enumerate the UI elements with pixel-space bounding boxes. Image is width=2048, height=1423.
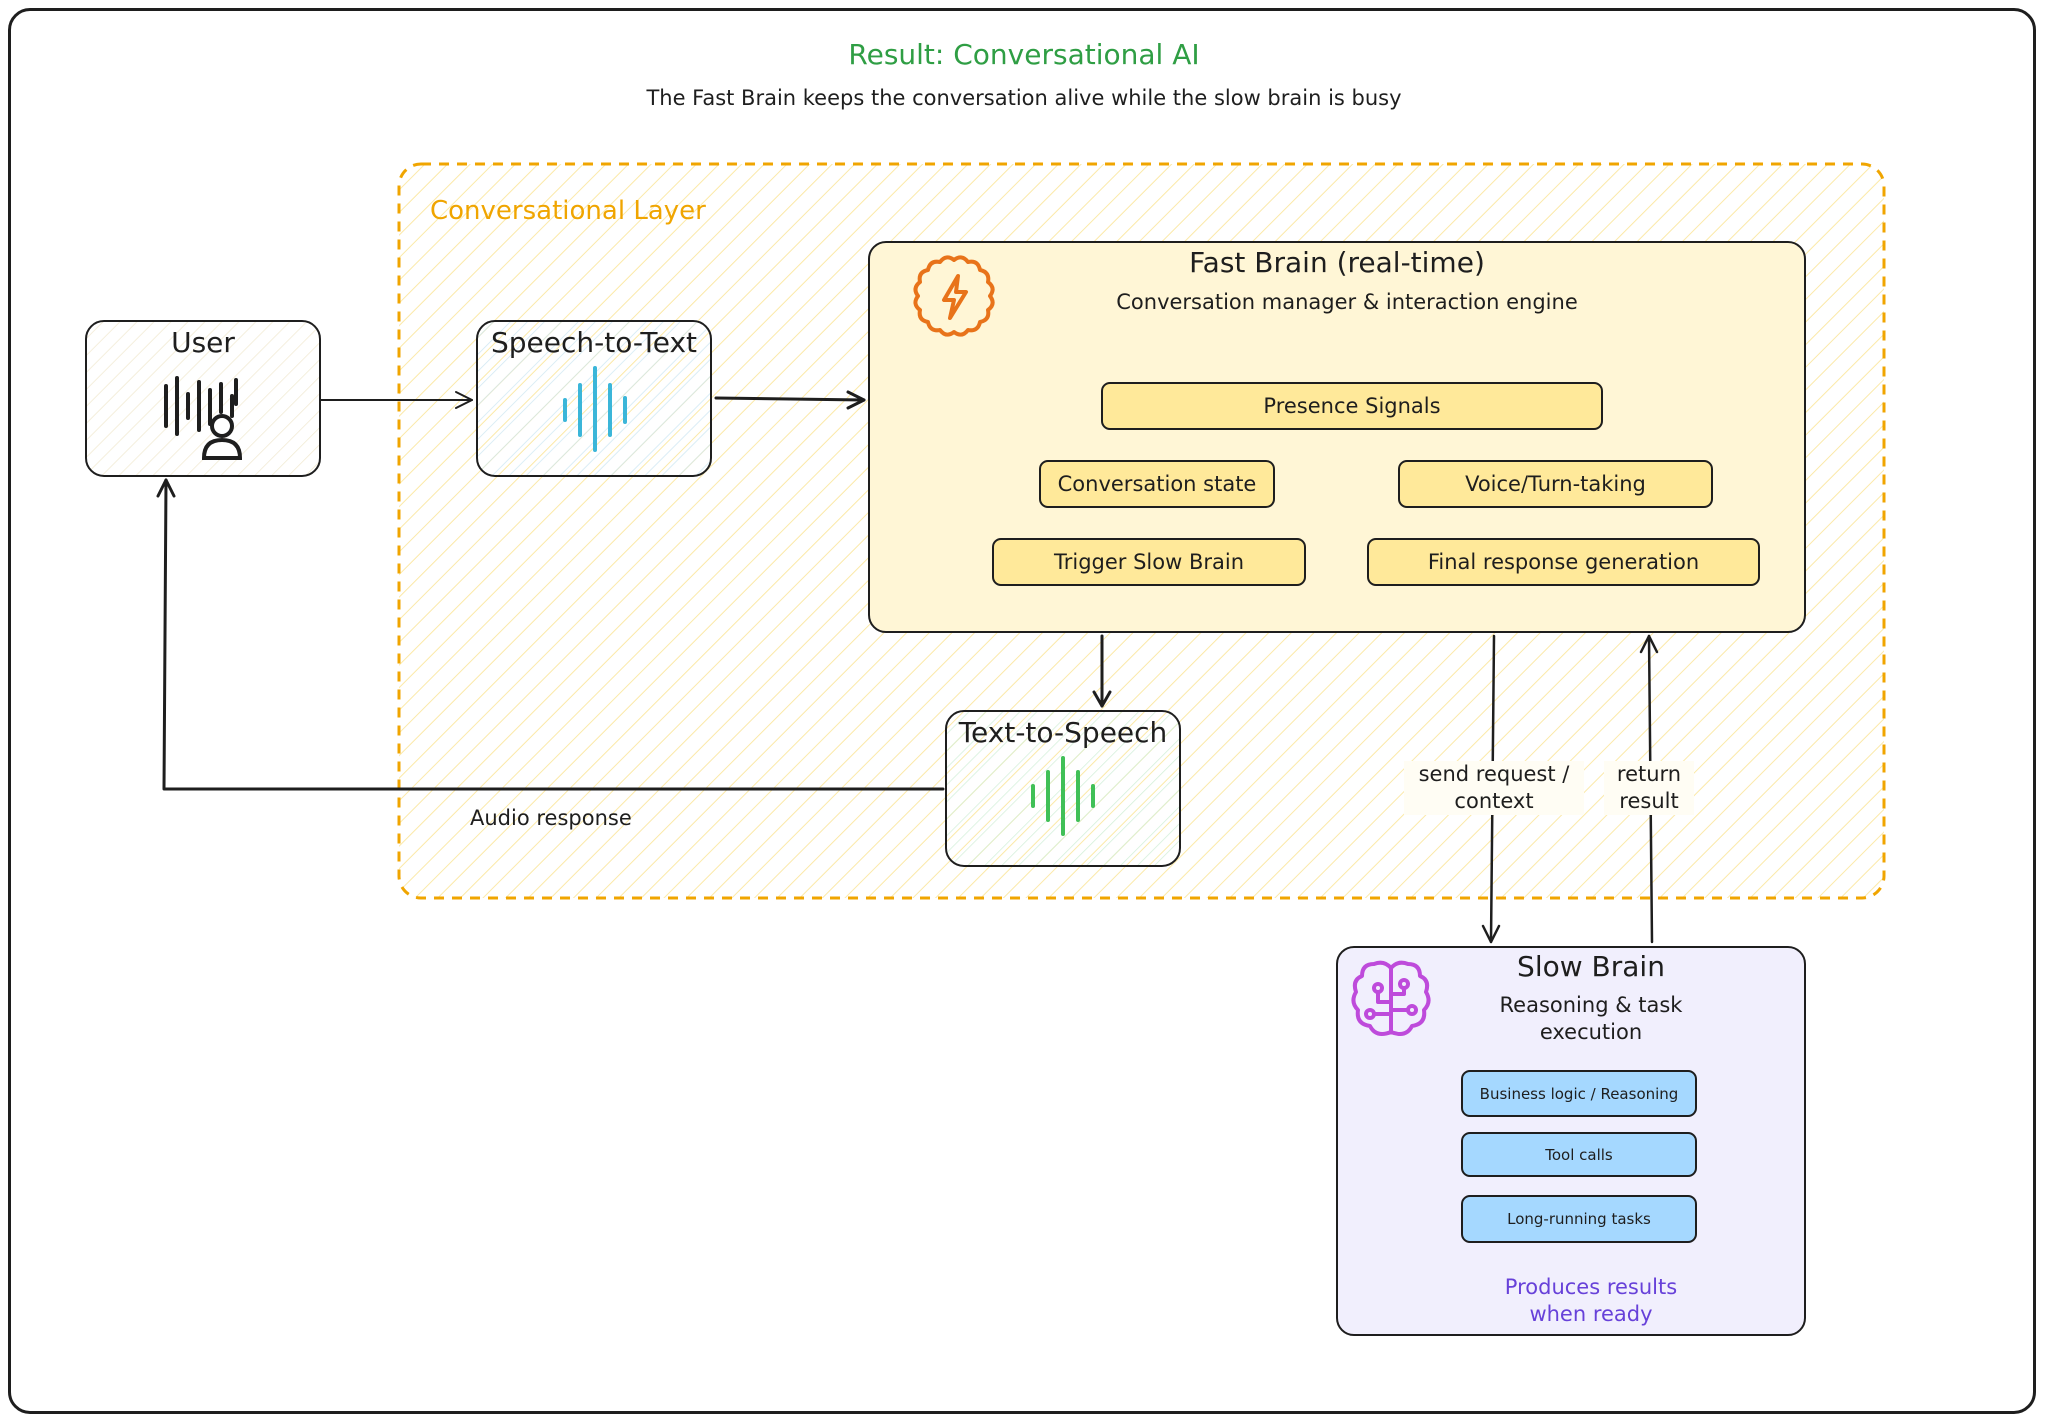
return-result-label-line2: result (1619, 789, 1679, 813)
slow-brain-note-line1: Produces results (1504, 1275, 1678, 1299)
slow-brain-note-line2: when ready (1529, 1302, 1653, 1326)
chip-business-logic: Business logic / Reasoning (1461, 1070, 1697, 1117)
chip-presence-signals: Presence Signals (1101, 382, 1603, 430)
chip-tool-calls: Tool calls (1461, 1132, 1697, 1177)
slow-brain-note: Produces results when ready (1336, 1274, 1806, 1328)
user-label: User (171, 326, 235, 359)
slow-brain-title: Slow Brain (1517, 950, 1665, 983)
page-subtitle: The Fast Brain keeps the conversation al… (646, 86, 1402, 110)
diagram-canvas: Result: Conversational AI The Fast Brain… (0, 0, 2048, 1423)
stt-label: Speech-to-Text (490, 326, 698, 359)
return-result-label-line1: return (1616, 762, 1682, 786)
chip-trigger-slow-brain: Trigger Slow Brain (992, 538, 1306, 586)
fast-brain-title: Fast Brain (real-time) (1189, 246, 1485, 279)
slow-brain-subtitle-line2: execution (1539, 1020, 1643, 1044)
send-request-label-line1: send request / (1418, 762, 1570, 786)
audio-response-label: Audio response (470, 806, 632, 830)
slow-brain-subtitle: Reasoning & task execution (1336, 992, 1806, 1046)
send-request-label: send request / context (1404, 761, 1584, 815)
chip-conversation-state: Conversation state (1039, 460, 1275, 508)
chip-voice-turn-taking: Voice/Turn-taking (1398, 460, 1713, 508)
page-title: Result: Conversational AI (848, 38, 1200, 71)
chip-long-running-tasks: Long-running tasks (1461, 1195, 1697, 1243)
return-result-label: return result (1604, 761, 1694, 815)
fast-brain-subtitle: Conversation manager & interaction engin… (1116, 290, 1578, 314)
slow-brain-subtitle-line1: Reasoning & task (1499, 993, 1683, 1017)
conversational-layer-label: Conversational Layer (430, 196, 706, 226)
send-request-label-line2: context (1454, 789, 1534, 813)
chip-final-response-generation: Final response generation (1367, 538, 1760, 586)
tts-label: Text-to-Speech (958, 716, 1168, 749)
